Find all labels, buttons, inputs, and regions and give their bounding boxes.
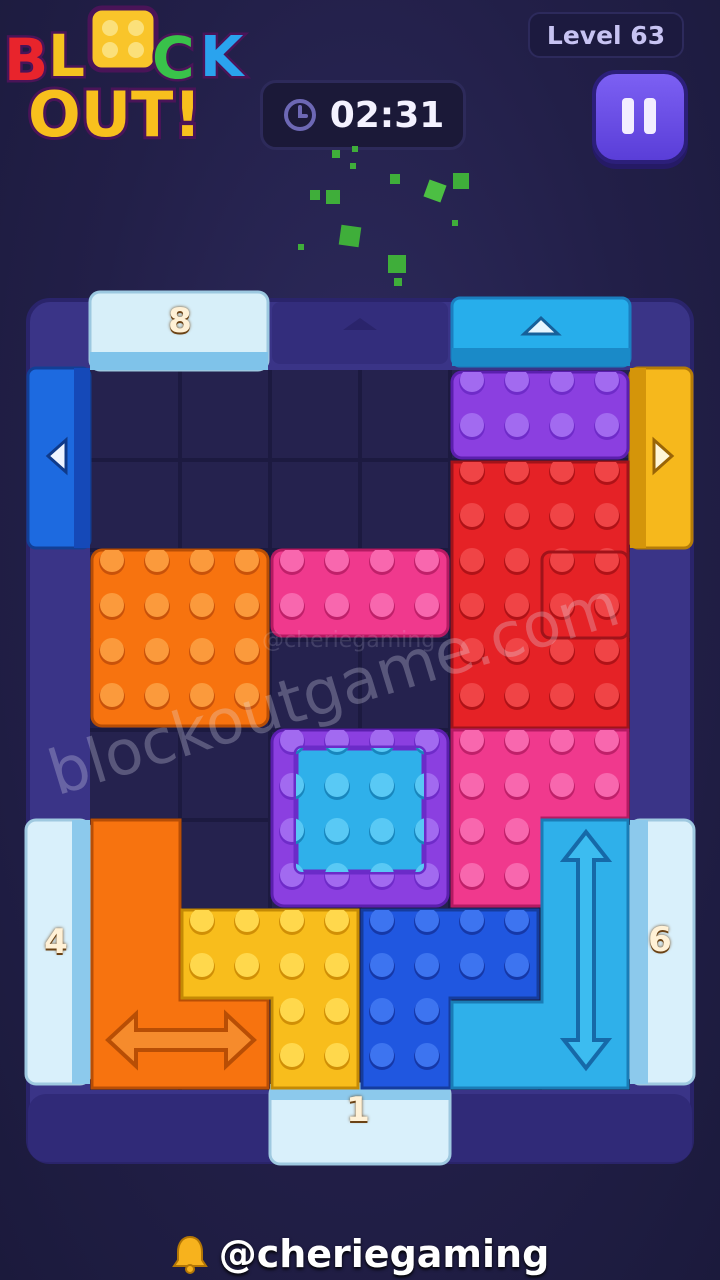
cyan-inner-block[interactable] bbox=[293, 745, 427, 875]
bell-icon bbox=[171, 1235, 208, 1274]
cyan-gate-top-right bbox=[450, 296, 632, 368]
footer-handle: @cheriegaming bbox=[218, 1232, 550, 1276]
debris-particles bbox=[298, 146, 469, 286]
gate-top-middle bbox=[272, 302, 448, 364]
gate-counter-left: 4 bbox=[44, 922, 68, 962]
blue-gate-left bbox=[26, 366, 92, 550]
purple-block[interactable] bbox=[450, 370, 630, 460]
footer: @cheriegaming bbox=[0, 1228, 720, 1280]
gate-counter-top: 8 bbox=[168, 301, 192, 341]
gate-counter-bottom: 1 bbox=[346, 1090, 370, 1130]
yellow-gate-right bbox=[628, 366, 694, 550]
gate-counter-right: 6 bbox=[648, 920, 672, 960]
